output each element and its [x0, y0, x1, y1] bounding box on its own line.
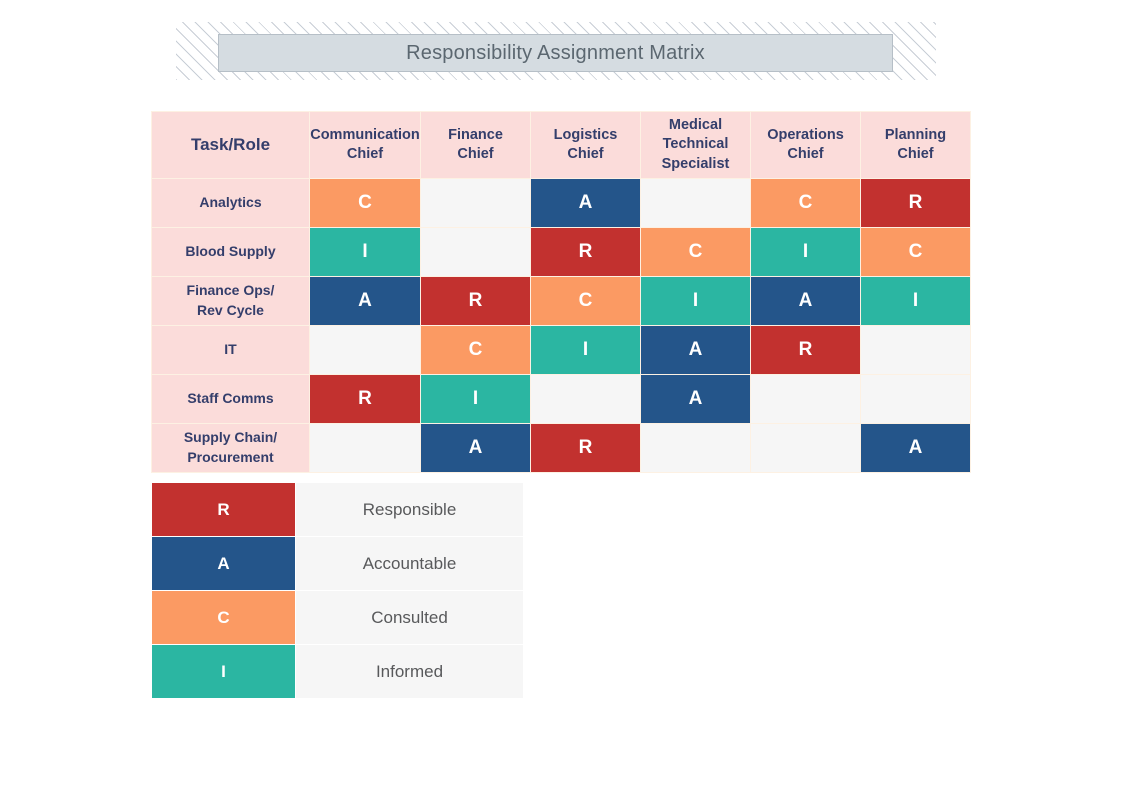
title-plate: Responsibility Assignment Matrix — [218, 34, 893, 72]
page-title: Responsibility Assignment Matrix — [406, 41, 705, 64]
matrix-row: Blood Supply I R C I C — [152, 228, 970, 276]
matrix-cell-i: I — [641, 277, 750, 325]
legend-row: R Responsible — [151, 482, 524, 537]
matrix-cell-r: R — [861, 179, 970, 227]
legend-key-a: A — [151, 536, 296, 591]
matrix-row: Finance Ops/Rev Cycle A R C I A I — [152, 277, 970, 325]
matrix-row: Supply Chain/Procurement A R A — [152, 424, 970, 472]
matrix-column-header: Logistics Chief — [531, 112, 640, 178]
matrix-cell-empty — [310, 424, 420, 472]
matrix-cell-r: R — [531, 424, 640, 472]
matrix-cell-r: R — [421, 277, 530, 325]
matrix-column-header: Finance Chief — [421, 112, 530, 178]
matrix-cell-r: R — [531, 228, 640, 276]
matrix-row-label: Staff Comms — [152, 375, 309, 423]
matrix-corner-header: Task/Role — [152, 112, 309, 178]
matrix-cell-empty — [751, 375, 860, 423]
matrix-column-header: Communication Chief — [310, 112, 420, 178]
legend-label-r: Responsible — [295, 482, 524, 537]
matrix-row: Staff Comms R I A — [152, 375, 970, 423]
matrix-cell-a: A — [641, 375, 750, 423]
matrix-column-header: Operations Chief — [751, 112, 860, 178]
matrix-cell-empty — [751, 424, 860, 472]
matrix-cell-empty — [641, 179, 750, 227]
matrix-cell-empty — [641, 424, 750, 472]
matrix-row-label: Supply Chain/Procurement — [152, 424, 309, 472]
matrix-column-header: Medical Technical Specialist — [641, 112, 750, 178]
legend-label-i: Informed — [295, 644, 524, 699]
legend-label-c: Consulted — [295, 590, 524, 645]
matrix-cell-a: A — [641, 326, 750, 374]
matrix-row-label: Finance Ops/Rev Cycle — [152, 277, 309, 325]
matrix-column-header: Planning Chief — [861, 112, 970, 178]
raci-matrix: Task/Role Communication Chief Finance Chie… — [151, 111, 971, 473]
matrix-cell-c: C — [641, 228, 750, 276]
matrix-cell-i: I — [421, 375, 530, 423]
matrix-cell-c: C — [531, 277, 640, 325]
legend-key-i: I — [151, 644, 296, 699]
legend-key-c: C — [151, 590, 296, 645]
matrix-cell-a: A — [310, 277, 420, 325]
matrix-cell-c: C — [861, 228, 970, 276]
matrix-row: IT C I A R — [152, 326, 970, 374]
legend-key-r: R — [151, 482, 296, 537]
matrix-cell-c: C — [751, 179, 860, 227]
matrix-cell-empty — [861, 375, 970, 423]
raci-legend: R Responsible A Accountable C Consulted I Infor… — [151, 482, 524, 699]
legend-row: A Accountable — [151, 536, 524, 591]
matrix-cell-a: A — [751, 277, 860, 325]
matrix-row: Analytics C A C R — [152, 179, 970, 227]
matrix-row-label: Analytics — [152, 179, 309, 227]
matrix-cell-empty — [310, 326, 420, 374]
matrix-cell-i: I — [310, 228, 420, 276]
matrix-cell-i: I — [861, 277, 970, 325]
matrix-cell-a: A — [531, 179, 640, 227]
matrix-cell-r: R — [751, 326, 860, 374]
matrix-cell-empty — [531, 375, 640, 423]
matrix-cell-c: C — [310, 179, 420, 227]
legend-label-a: Accountable — [295, 536, 524, 591]
matrix-row-label: Blood Supply — [152, 228, 309, 276]
matrix-cell-empty — [861, 326, 970, 374]
matrix-cell-empty — [421, 228, 530, 276]
matrix-cell-i: I — [751, 228, 860, 276]
matrix-cell-r: R — [310, 375, 420, 423]
matrix-cell-c: C — [421, 326, 530, 374]
matrix-row-label: IT — [152, 326, 309, 374]
legend-row: I Informed — [151, 644, 524, 699]
matrix-cell-empty — [421, 179, 530, 227]
matrix-header-row: Task/Role Communication Chief Finance Chie… — [152, 112, 970, 178]
legend-row: C Consulted — [151, 590, 524, 645]
matrix-cell-a: A — [421, 424, 530, 472]
matrix-cell-i: I — [531, 326, 640, 374]
matrix-cell-a: A — [861, 424, 970, 472]
